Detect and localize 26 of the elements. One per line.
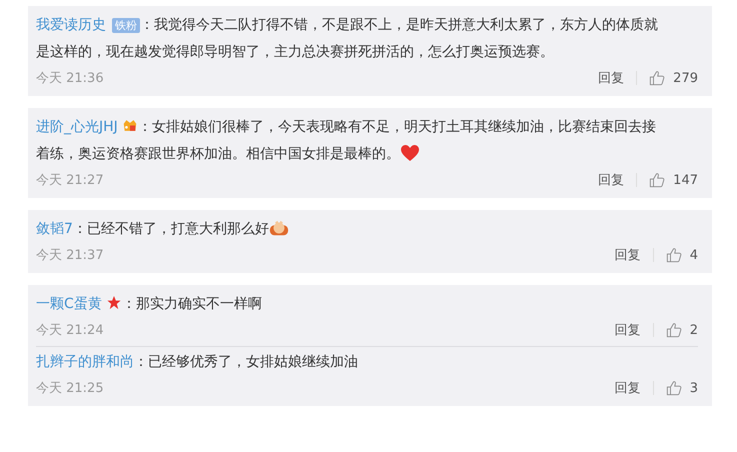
thumbs-up-icon[interactable] bbox=[649, 172, 666, 188]
reply-link[interactable]: 回复 bbox=[598, 69, 624, 87]
comment-text: 敛韬7：已经不错了，打意大利那么好 bbox=[36, 216, 698, 243]
thumbs-up-icon[interactable] bbox=[666, 247, 682, 263]
thumbs-up-icon[interactable] bbox=[666, 380, 682, 396]
thumbs-up-icon[interactable] bbox=[666, 322, 682, 338]
reply-link[interactable]: 回复 bbox=[614, 379, 641, 397]
comment-text: 我爱读历史 铁粉 ：我觉得今天二队打得不错，不是跟不上，是昨天拼意大利太累了，东方人的体质就是这样的，现在越发觉得郎导明智了，主力总决赛拼死拼活的，怎么打奥运预选赛。 bbox=[36, 16, 659, 62]
like-count: 147 bbox=[673, 172, 698, 188]
like-count: 4 bbox=[690, 248, 698, 262]
timestamp: 今天 21:24 bbox=[36, 322, 104, 339]
comment-text: 扎辫子的胖和尚：已经够优秀了，女排姑娘继续加油 bbox=[36, 353, 359, 372]
reply-link[interactable]: 回复 bbox=[598, 171, 624, 189]
fan-badge: 铁粉 bbox=[112, 18, 140, 33]
timestamp: 今天 21:27 bbox=[36, 172, 104, 189]
like-count: 279 bbox=[673, 70, 698, 86]
timestamp: 今天 21:37 bbox=[36, 247, 104, 264]
like-count: 2 bbox=[690, 322, 698, 338]
comment-text: 进阶_心光JHJ ：女排姑娘们很棒了，今天表现略有不足，明天打土耳其继续加油，比赛结束回去接着练，奥运资格赛跟世界杯加油。相信中国女排是最棒的。 bbox=[36, 117, 657, 164]
reply-link[interactable]: 回复 bbox=[614, 321, 641, 339]
like-count: 3 bbox=[690, 380, 698, 396]
timestamp: 今天 21:36 bbox=[36, 70, 104, 87]
comment-text: 一颗C蛋黄 ：那实力确实不一样啊 bbox=[36, 294, 263, 314]
timestamp: 今天 21:25 bbox=[36, 380, 104, 397]
thumbs-up-icon[interactable] bbox=[649, 70, 666, 86]
reply-link[interactable]: 回复 bbox=[614, 246, 641, 264]
